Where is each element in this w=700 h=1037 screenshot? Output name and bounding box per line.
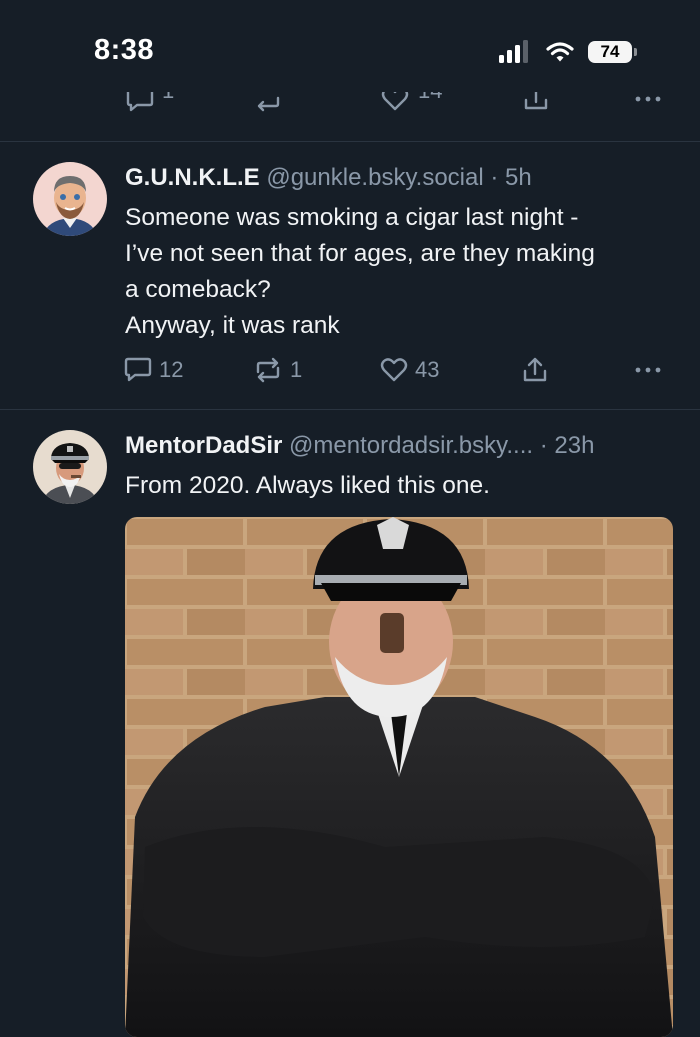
repost-icon — [256, 357, 280, 383]
signal-icon — [499, 40, 528, 63]
display-name[interactable]: MentorDadSir — [125, 432, 282, 459]
avatar[interactable] — [33, 162, 107, 236]
post-text: Someone was smoking a cigar last night -… — [125, 200, 680, 344]
repost-count: 1 — [290, 357, 303, 382]
repost-icon[interactable] — [253, 92, 283, 112]
post-text-line: Anyway, it was rank — [125, 312, 340, 339]
separator: · — [490, 164, 499, 191]
reply-count: 12 — [159, 357, 184, 382]
reply-button[interactable]: 12 — [124, 355, 183, 385]
more-button[interactable] — [633, 355, 663, 385]
separator: · — [539, 432, 548, 459]
repost-button[interactable]: 1 — [253, 355, 302, 385]
post[interactable]: G.U.N.K.L.E @gunkle.bsky.social · 5h Som… — [0, 142, 700, 409]
handle[interactable]: @mentordadsir.bsky.... — [289, 432, 533, 459]
handle[interactable]: @gunkle.bsky.social — [266, 164, 483, 191]
reply-icon[interactable] — [126, 92, 154, 112]
post-time[interactable]: 23h — [554, 432, 594, 459]
previous-post-actions: 1 14 — [0, 92, 700, 114]
display-name[interactable]: G.U.N.K.L.E — [125, 164, 260, 191]
like-count: 43 — [415, 357, 440, 382]
post-actions: 12 1 43 — [124, 355, 664, 385]
more-icon — [635, 367, 661, 373]
like-button[interactable]: 43 — [380, 355, 439, 385]
reply-icon — [124, 357, 152, 382]
status-icons: 74 — [498, 38, 637, 66]
post-header: G.U.N.K.L.E @gunkle.bsky.social · 5h — [125, 164, 532, 192]
like-icon — [380, 358, 408, 382]
post-text-line: I’ve not seen that for ages, are they ma… — [125, 240, 595, 267]
like-icon[interactable] — [381, 92, 409, 112]
share-icon — [523, 357, 547, 382]
share-button[interactable] — [522, 355, 548, 385]
post-text: From 2020. Always liked this one. — [125, 472, 490, 499]
post-image[interactable] — [125, 517, 673, 1037]
previous-reply-count: 1 — [162, 92, 174, 104]
battery-icon: 74 — [588, 41, 637, 63]
status-time: 8:38 — [94, 34, 155, 66]
post-time[interactable]: 5h — [505, 164, 532, 191]
post-header: MentorDadSir @mentordadsir.bsky.... · 23… — [125, 432, 594, 460]
status-bar: 8:38 74 — [0, 0, 700, 100]
previous-like-count: 14 — [418, 92, 442, 104]
post-text-line: a comeback? — [125, 276, 271, 303]
avatar[interactable] — [33, 430, 107, 504]
share-icon[interactable] — [523, 92, 549, 112]
wifi-icon — [546, 42, 574, 62]
post-text-line: Someone was smoking a cigar last night - — [125, 204, 579, 231]
more-icon[interactable] — [633, 92, 663, 112]
